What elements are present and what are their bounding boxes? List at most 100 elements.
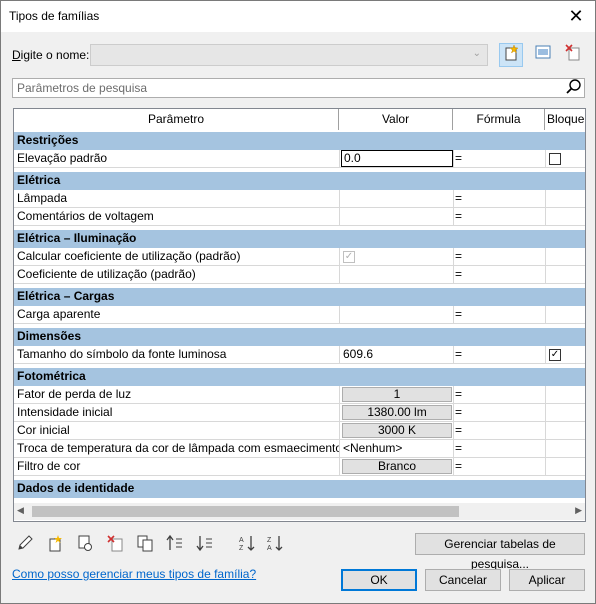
column-header-parameter[interactable]: Parâmetro bbox=[14, 109, 339, 130]
parameter-name: Comentários de voltagem bbox=[17, 209, 154, 223]
table-row[interactable]: Carga aparente = bbox=[14, 306, 585, 324]
lock-checkbox[interactable] bbox=[549, 153, 561, 165]
category-row-dimensoes[interactable]: Dimensões bbox=[14, 328, 585, 346]
parameter-name: Intensidade inicial bbox=[17, 405, 113, 419]
column-header-formula[interactable]: Fórmula bbox=[453, 109, 545, 130]
table-row[interactable]: Filtro de cor Branco = bbox=[14, 458, 585, 476]
search-parameters-input[interactable] bbox=[15, 80, 555, 96]
parameter-name: Calcular coeficiente de utilização (padr… bbox=[17, 249, 241, 263]
value-cell[interactable] bbox=[339, 266, 453, 284]
help-link[interactable]: Como posso gerenciar meus tipos de famíl… bbox=[12, 567, 256, 581]
chevron-down-icon: ⌄ bbox=[472, 48, 481, 59]
new-parameter-icon[interactable] bbox=[45, 534, 65, 554]
parameter-name: Carga aparente bbox=[17, 307, 101, 321]
value-cell[interactable] bbox=[339, 208, 453, 226]
formula-cell[interactable]: = bbox=[453, 404, 545, 422]
ok-button[interactable]: OK bbox=[341, 569, 417, 591]
category-row-eletrica-iluminacao[interactable]: Elétrica – Iluminação bbox=[14, 230, 585, 248]
table-row[interactable]: Lâmpada = bbox=[14, 190, 585, 208]
value-cell[interactable] bbox=[339, 190, 453, 208]
table-row[interactable]: Comentários de voltagem = bbox=[14, 208, 585, 226]
formula-cell[interactable]: = bbox=[453, 458, 545, 476]
table-row[interactable]: Elevação padrão 0.0 = bbox=[14, 150, 585, 168]
type-name-combobox[interactable]: ⌄ bbox=[90, 44, 488, 66]
initial-intensity-button[interactable]: 1380.00 lm bbox=[342, 405, 452, 420]
copy-icon[interactable] bbox=[135, 534, 155, 554]
table-row[interactable]: Calcular coeficiente de utilização (padr… bbox=[14, 248, 585, 266]
category-row-eletrica-cargas[interactable]: Elétrica – Cargas bbox=[14, 288, 585, 306]
horizontal-scrollbar[interactable]: ◀ ▶ bbox=[14, 503, 585, 520]
move-up-icon[interactable] bbox=[165, 534, 185, 554]
category-row-eletrica[interactable]: Elétrica bbox=[14, 172, 585, 190]
category-label: Restrições bbox=[17, 133, 79, 147]
formula-cell[interactable]: = bbox=[453, 346, 545, 364]
formula-cell[interactable]: = bbox=[453, 208, 545, 226]
modify-parameter-icon[interactable] bbox=[75, 534, 95, 554]
svg-text:Z: Z bbox=[239, 545, 244, 552]
parameter-name: Tamanho do símbolo da fonte luminosa bbox=[17, 347, 227, 361]
category-row-restricoes[interactable]: Restrições bbox=[14, 132, 585, 150]
table-row[interactable]: Coeficiente de utilização (padrão) = bbox=[14, 266, 585, 284]
category-label: Elétrica – Iluminação bbox=[17, 231, 137, 245]
svg-text:A: A bbox=[239, 537, 244, 544]
formula-cell[interactable]: = bbox=[453, 266, 545, 284]
parameter-name: Lâmpada bbox=[17, 191, 68, 205]
category-label: Dimensões bbox=[17, 329, 82, 343]
formula-cell[interactable]: = bbox=[453, 150, 545, 168]
column-header-value[interactable]: Valor bbox=[339, 109, 453, 130]
formula-cell[interactable]: = bbox=[453, 306, 545, 324]
title-bar: Tipos de famílias ✕ bbox=[1, 1, 595, 32]
table-row[interactable]: Intensidade inicial 1380.00 lm = bbox=[14, 404, 585, 422]
value-input[interactable]: 0.0 bbox=[341, 150, 453, 167]
move-down-icon[interactable] bbox=[195, 534, 215, 554]
new-type-icon[interactable] bbox=[499, 43, 523, 67]
search-parameters-box bbox=[12, 78, 585, 98]
scroll-left-icon[interactable]: ◀ bbox=[17, 505, 24, 516]
apply-button[interactable]: Aplicar bbox=[509, 569, 585, 591]
category-label: Elétrica bbox=[17, 173, 61, 187]
rename-type-icon[interactable] bbox=[531, 43, 555, 67]
color-filter-button[interactable]: Branco bbox=[342, 459, 452, 474]
svg-text:A: A bbox=[267, 545, 272, 552]
grid-header: Parâmetro Valor Fórmula Bloqueio bbox=[14, 109, 585, 130]
scroll-right-icon[interactable]: ▶ bbox=[575, 505, 582, 516]
initial-color-button[interactable]: 3000 K bbox=[342, 423, 452, 438]
lock-checkbox[interactable]: ✓ bbox=[549, 349, 561, 361]
category-label: Dados de identidade bbox=[17, 481, 135, 495]
scrollbar-thumb[interactable] bbox=[32, 506, 459, 517]
close-icon[interactable]: ✕ bbox=[563, 4, 589, 28]
column-header-lock[interactable]: Bloqueio bbox=[545, 109, 585, 130]
search-icon[interactable] bbox=[566, 78, 582, 100]
table-row[interactable]: Tamanho do símbolo da fonte luminosa 609… bbox=[14, 346, 585, 364]
value-cell[interactable]: 609.6 bbox=[339, 346, 453, 364]
manage-lookup-tables-button[interactable]: Gerenciar tabelas de pesquisa... bbox=[415, 533, 585, 571]
category-label: Fotométrica bbox=[17, 369, 86, 383]
pencil-icon[interactable] bbox=[15, 534, 35, 554]
table-row[interactable]: Cor inicial 3000 K = bbox=[14, 422, 585, 440]
table-row[interactable]: Fator de perda de luz 1 = bbox=[14, 386, 585, 404]
value-dropdown[interactable]: <Nenhum> bbox=[339, 440, 453, 458]
delete-parameter-icon[interactable] bbox=[105, 534, 125, 554]
parameters-grid: Parâmetro Valor Fórmula Bloqueio Restriç… bbox=[13, 108, 586, 522]
sort-ascending-icon[interactable]: AZ bbox=[237, 534, 257, 554]
formula-cell[interactable]: = bbox=[453, 422, 545, 440]
category-row-dados-identidade[interactable]: Dados de identidade bbox=[14, 480, 585, 498]
parameter-name: Elevação padrão bbox=[17, 151, 108, 165]
table-row[interactable]: Troca de temperatura da cor de lâmpada c… bbox=[14, 440, 585, 458]
delete-type-icon[interactable] bbox=[561, 43, 585, 67]
calculate-coefficient-checkbox: ✓ bbox=[343, 251, 355, 263]
cancel-button[interactable]: Cancelar bbox=[425, 569, 501, 591]
formula-cell[interactable]: = bbox=[453, 248, 545, 266]
sort-descending-icon[interactable]: ZA bbox=[265, 534, 285, 554]
formula-cell[interactable]: = bbox=[453, 190, 545, 208]
svg-text:Z: Z bbox=[267, 537, 272, 544]
value-cell[interactable] bbox=[339, 306, 453, 324]
family-types-dialog: Tipos de famílias ✕ Digite o nome: ⌄ Par… bbox=[0, 0, 596, 604]
formula-cell[interactable]: = bbox=[453, 440, 545, 458]
parameter-name: Troca de temperatura da cor de lâmpada c… bbox=[17, 441, 339, 455]
parameter-name: Cor inicial bbox=[17, 423, 70, 437]
formula-cell[interactable]: = bbox=[453, 386, 545, 404]
category-row-fotometrica[interactable]: Fotométrica bbox=[14, 368, 585, 386]
category-label: Elétrica – Cargas bbox=[17, 289, 115, 303]
light-loss-factor-button[interactable]: 1 bbox=[342, 387, 452, 402]
